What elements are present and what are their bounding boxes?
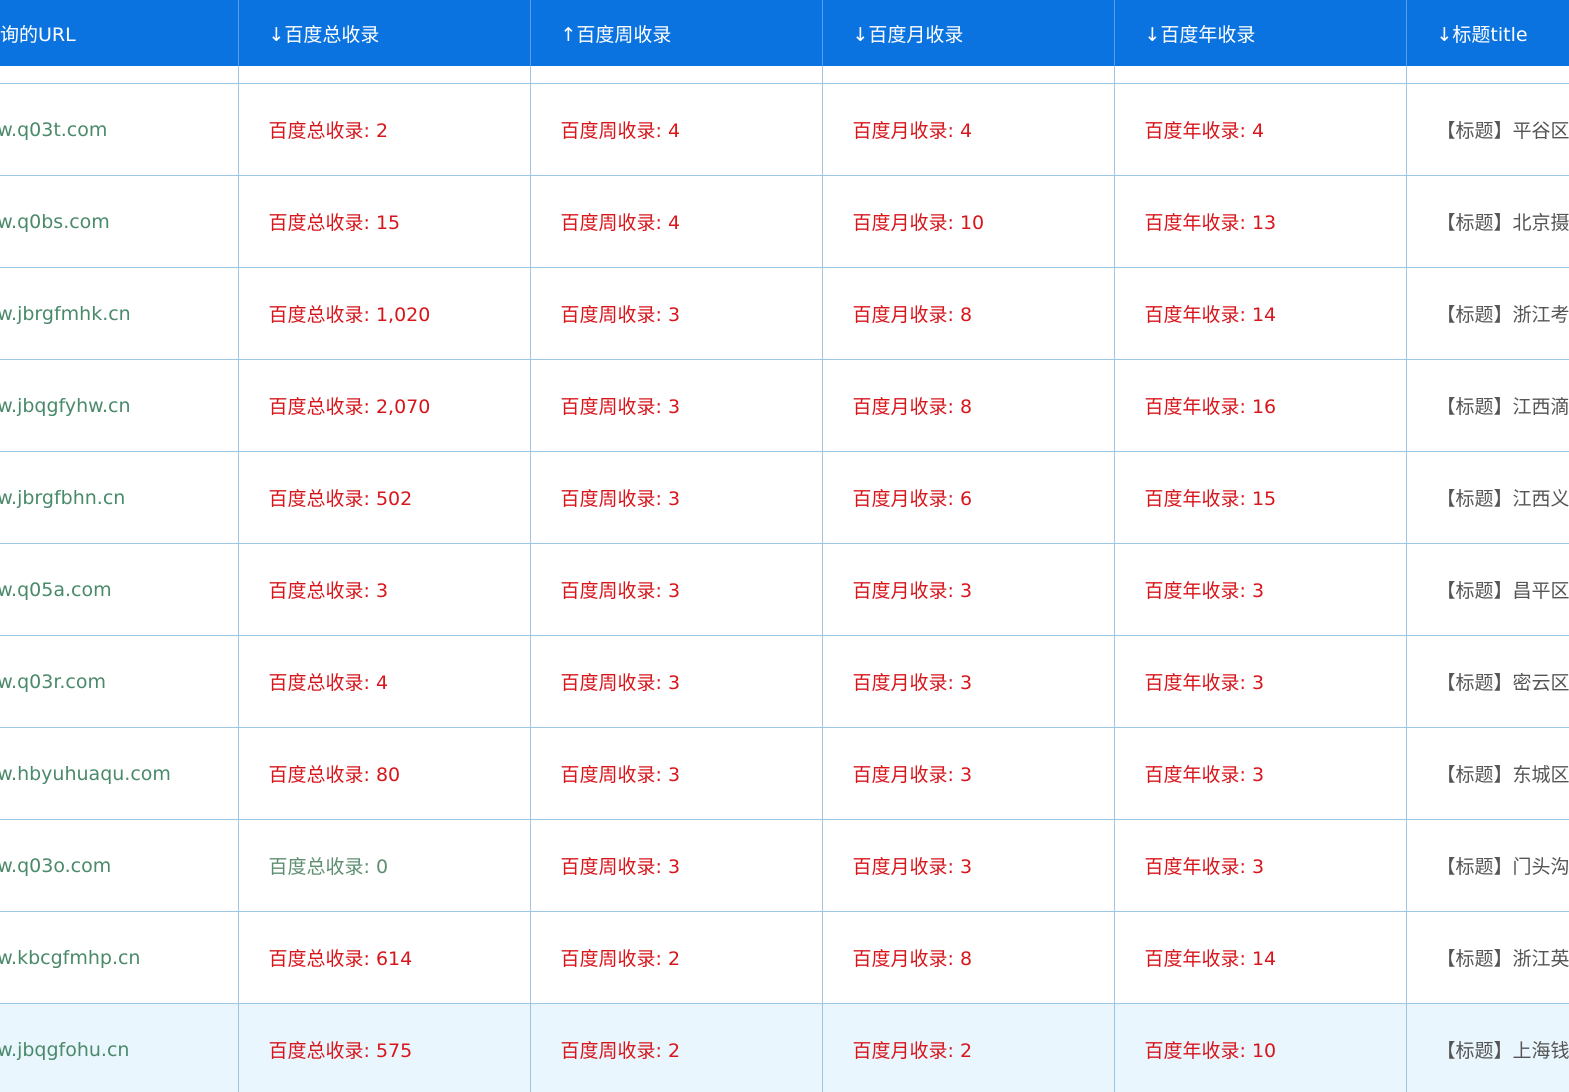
row-baidu-total: 百度总收录: 1,020	[238, 267, 531, 360]
row-page-title: 【标题】浙江英	[1406, 911, 1569, 1004]
row-baidu-year: 百度年收录: 13	[1114, 175, 1407, 268]
row-url-link[interactable]: vw.hbyuhuaqu.com	[0, 727, 239, 820]
row-baidu-total: 百度总收录: 4	[238, 635, 531, 728]
row-baidu-month: 百度月收录: 6	[822, 451, 1115, 544]
row-baidu-total: 百度总收录: 80	[238, 727, 531, 820]
row-baidu-total: 百度总收录: 502	[238, 451, 531, 544]
row-page-title: 【标题】昌平区	[1406, 543, 1569, 636]
table-row[interactable]: vw.kbcgfmhp.cn 百度总收录: 614 百度周收录: 2 百度月收录: 8…	[0, 911, 1569, 1004]
table-row[interactable]: vw.jbqgfyhw.cn 百度总收录: 2,070 百度周收录: 3 百度月收录:…	[0, 359, 1569, 452]
table-row[interactable]: vw.jbrgfbhn.cn百度总收录: 502百度周收录: 3百度月收录: 6…	[0, 451, 1569, 544]
row-url-link[interactable]: vw.jbqgfohu.cn	[0, 1003, 239, 1092]
header-spacer-row	[0, 66, 1569, 84]
row-baidu-year: 百度年收录: 3	[1114, 543, 1407, 636]
row-page-title: 【标题】江西义	[1406, 451, 1569, 544]
row-page-title: 【标题】浙江考	[1406, 267, 1569, 360]
row-baidu-month: 百度月收录: 8	[822, 911, 1115, 1004]
row-baidu-month: 百度月收录: 2	[822, 1003, 1115, 1092]
table-row[interactable]: vw.hbyuhuaqu.com 百度总收录: 80 百度周收录: 3 百度月收录: …	[0, 727, 1569, 820]
table-row[interactable]: vw.q03r.com百度总收录: 4百度周收录: 3百度月收录: 3百度年收录…	[0, 635, 1569, 728]
row-url-link[interactable]: vw.q03t.com	[0, 83, 239, 176]
row-baidu-year: 百度年收录: 3	[1114, 635, 1407, 728]
row-baidu-year: 百度年收录: 15	[1114, 451, 1407, 544]
row-baidu-month: 百度月收录: 10	[822, 175, 1115, 268]
seo-results-table: 询的URL ↓百度总收录 ↑百度周收录 ↓百度月收录 ↓百度年收录 ↓标题tit…	[0, 0, 1569, 1092]
row-baidu-week: 百度周收录: 3	[530, 727, 823, 820]
row-baidu-year: 百度年收录: 3	[1114, 727, 1407, 820]
row-baidu-total: 百度总收录: 3	[238, 543, 531, 636]
table-row[interactable]: vw.q0bs.com百度总收录: 15百度周收录: 4百度月收录: 10百度年…	[0, 175, 1569, 268]
row-baidu-week: 百度周收录: 3	[530, 359, 823, 452]
row-page-title: 【标题】密云区	[1406, 635, 1569, 728]
row-baidu-month: 百度月收录: 3	[822, 819, 1115, 912]
row-baidu-month: 百度月收录: 8	[822, 359, 1115, 452]
table-row[interactable]: vw.jbrgfmhk.cn 百度总收录: 1,020 百度周收录: 3 百度月收录:…	[0, 267, 1569, 360]
row-baidu-year: 百度年收录: 14	[1114, 267, 1407, 360]
row-baidu-total: 百度总收录: 2,070	[238, 359, 531, 452]
row-baidu-total: 百度总收录: 15	[238, 175, 531, 268]
table-row[interactable]: vw.jbqgfohu.cn 百度总收录: 575 百度周收录: 2 百度月收录: 2…	[0, 1003, 1569, 1092]
row-baidu-total: 百度总收录: 575	[238, 1003, 531, 1092]
row-baidu-week: 百度周收录: 4	[530, 83, 823, 176]
column-header-url[interactable]: 询的URL	[0, 0, 239, 66]
row-page-title: 【标题】上海钱	[1406, 1003, 1569, 1092]
row-baidu-week: 百度周收录: 3	[530, 267, 823, 360]
table-row[interactable]: vw.q05a.com百度总收录: 3百度周收录: 3百度月收录: 3百度年收录…	[0, 543, 1569, 636]
row-baidu-year: 百度年收录: 14	[1114, 911, 1407, 1004]
row-page-title: 【标题】北京摄	[1406, 175, 1569, 268]
row-page-title: 【标题】东城区	[1406, 727, 1569, 820]
row-baidu-week: 百度周收录: 3	[530, 635, 823, 728]
table-header: 询的URL ↓百度总收录 ↑百度周收录 ↓百度月收录 ↓百度年收录 ↓标题tit…	[0, 0, 1569, 66]
table-body: vw.q03t.com百度总收录: 2百度周收录: 4百度月收录: 4百度年收录…	[0, 66, 1569, 1092]
row-url-link[interactable]: vw.q03o.com	[0, 819, 239, 912]
column-header-baidu-year[interactable]: ↓百度年收录	[1114, 0, 1407, 66]
row-url-link[interactable]: vw.q0bs.com	[0, 175, 239, 268]
row-baidu-week: 百度周收录: 2	[530, 911, 823, 1004]
row-page-title: 【标题】平谷区	[1406, 83, 1569, 176]
row-baidu-week: 百度周收录: 3	[530, 451, 823, 544]
row-baidu-month: 百度月收录: 8	[822, 267, 1115, 360]
row-baidu-week: 百度周收录: 4	[530, 175, 823, 268]
results-table-viewport: 询的URL ↓百度总收录 ↑百度周收录 ↓百度月收录 ↓百度年收录 ↓标题tit…	[0, 0, 1569, 1092]
row-url-link[interactable]: vw.jbrgfbhn.cn	[0, 451, 239, 544]
row-baidu-month: 百度月收录: 3	[822, 635, 1115, 728]
row-baidu-week: 百度周收录: 3	[530, 819, 823, 912]
row-url-link[interactable]: vw.q05a.com	[0, 543, 239, 636]
column-header-baidu-week[interactable]: ↑百度周收录	[530, 0, 823, 66]
row-baidu-week: 百度周收录: 2	[530, 1003, 823, 1092]
row-baidu-month: 百度月收录: 4	[822, 83, 1115, 176]
row-baidu-year: 百度年收录: 4	[1114, 83, 1407, 176]
row-baidu-total: 百度总收录: 2	[238, 83, 531, 176]
row-url-link[interactable]: vw.kbcgfmhp.cn	[0, 911, 239, 1004]
row-baidu-total: 百度总收录: 0	[238, 819, 531, 912]
row-baidu-week: 百度周收录: 3	[530, 543, 823, 636]
column-header-title[interactable]: ↓标题title	[1406, 0, 1569, 66]
row-url-link[interactable]: vw.jbrgfmhk.cn	[0, 267, 239, 360]
row-baidu-year: 百度年收录: 3	[1114, 819, 1407, 912]
row-baidu-year: 百度年收录: 10	[1114, 1003, 1407, 1092]
column-header-baidu-total[interactable]: ↓百度总收录	[238, 0, 531, 66]
row-baidu-month: 百度月收录: 3	[822, 543, 1115, 636]
row-page-title: 【标题】门头沟	[1406, 819, 1569, 912]
column-header-baidu-month[interactable]: ↓百度月收录	[822, 0, 1115, 66]
table-row[interactable]: vw.q03o.com百度总收录: 0百度周收录: 3百度月收录: 3百度年收录…	[0, 819, 1569, 912]
row-baidu-year: 百度年收录: 16	[1114, 359, 1407, 452]
row-url-link[interactable]: vw.q03r.com	[0, 635, 239, 728]
row-url-link[interactable]: vw.jbqgfyhw.cn	[0, 359, 239, 452]
row-baidu-total: 百度总收录: 614	[238, 911, 531, 1004]
row-baidu-month: 百度月收录: 3	[822, 727, 1115, 820]
row-page-title: 【标题】江西滴	[1406, 359, 1569, 452]
table-row[interactable]: vw.q03t.com百度总收录: 2百度周收录: 4百度月收录: 4百度年收录…	[0, 83, 1569, 176]
